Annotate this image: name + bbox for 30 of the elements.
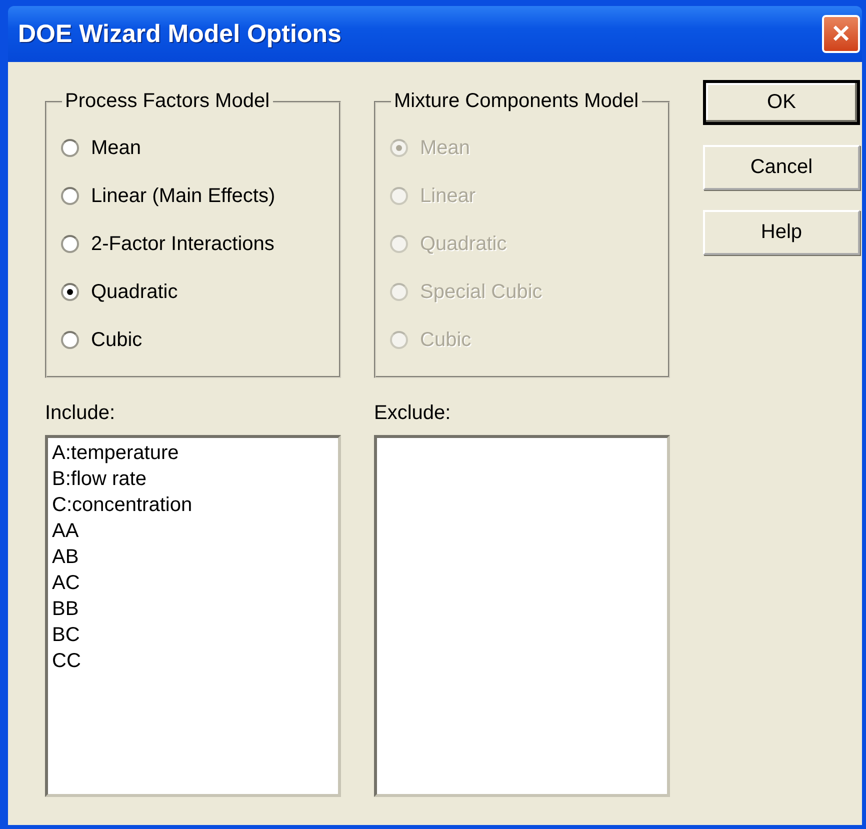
- window-title: DOE Wizard Model Options: [18, 20, 342, 48]
- radio-label[interactable]: Cubic: [91, 328, 142, 352]
- radio-button[interactable]: [61, 331, 79, 349]
- list-label: Include:: [45, 402, 116, 425]
- dialog-button[interactable]: Help: [703, 210, 860, 255]
- radio-button[interactable]: [61, 139, 79, 157]
- group-title: Mixture Components Model: [393, 90, 640, 113]
- list-item[interactable]: C:concentration: [52, 492, 334, 518]
- list-box[interactable]: [374, 435, 670, 797]
- radio-button[interactable]: [61, 283, 79, 301]
- radio-button[interactable]: [61, 187, 79, 205]
- list-item[interactable]: CC: [52, 648, 334, 674]
- list-label: Exclude:: [374, 402, 452, 425]
- list-item[interactable]: B:flow rate: [52, 466, 334, 492]
- radio-label[interactable]: Linear (Main Effects): [91, 184, 276, 208]
- list-item[interactable]: A:temperature: [52, 440, 334, 466]
- list-box[interactable]: A:temperature B:flow rate C:concentration AA AB AC BB BC CC: [45, 435, 341, 797]
- list-item[interactable]: AB: [52, 544, 334, 570]
- radio-label[interactable]: 2-Factor Interactions: [91, 232, 274, 256]
- list-item[interactable]: AC: [52, 570, 334, 596]
- list-item[interactable]: BB: [52, 596, 334, 622]
- list-item[interactable]: AA: [52, 518, 334, 544]
- group-title: Process Factors Model: [64, 90, 271, 113]
- dialog-button[interactable]: Cancel: [703, 145, 860, 190]
- list-item[interactable]: BC: [52, 622, 334, 648]
- radio-label[interactable]: Quadratic: [91, 280, 178, 304]
- dialog-button[interactable]: OK: [703, 80, 860, 125]
- radio-label[interactable]: Mean: [91, 136, 142, 160]
- radio-button[interactable]: [61, 235, 79, 253]
- close-button[interactable]: ✕: [822, 15, 860, 53]
